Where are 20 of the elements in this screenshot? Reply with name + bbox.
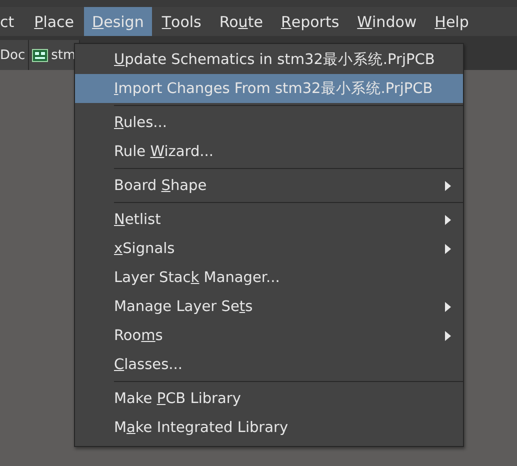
menu-item[interactable]: Make Integrated Library bbox=[75, 413, 463, 442]
menu-item[interactable]: Rooms bbox=[75, 321, 463, 350]
menu-item[interactable]: Make PCB Library bbox=[75, 384, 463, 413]
menu-item[interactable]: Classes... bbox=[75, 350, 463, 379]
menubar-item[interactable]: Place bbox=[26, 7, 82, 36]
menu-item[interactable]: Rule Wizard... bbox=[75, 137, 463, 166]
menubar-item[interactable]: Reports bbox=[272, 7, 348, 36]
menu-item[interactable]: Manage Layer Sets bbox=[75, 292, 463, 321]
menubar-item[interactable]: ct bbox=[0, 7, 22, 36]
menu-item[interactable]: Rules... bbox=[75, 108, 463, 137]
menu-item[interactable]: Layer Stack Manager... bbox=[75, 263, 463, 292]
document-tab[interactable]: Doc bbox=[0, 40, 30, 70]
menubar-item[interactable]: Route bbox=[211, 7, 271, 36]
pcb-icon bbox=[32, 48, 48, 62]
menu-item[interactable]: xSignals bbox=[75, 234, 463, 263]
menubar-item[interactable]: Help bbox=[426, 7, 477, 36]
menu-item[interactable]: Netlist bbox=[75, 205, 463, 234]
menubar-item[interactable]: Tools bbox=[154, 7, 210, 36]
menu-item[interactable]: Board Shape bbox=[75, 171, 463, 200]
menubar-item[interactable]: Window bbox=[349, 7, 425, 36]
